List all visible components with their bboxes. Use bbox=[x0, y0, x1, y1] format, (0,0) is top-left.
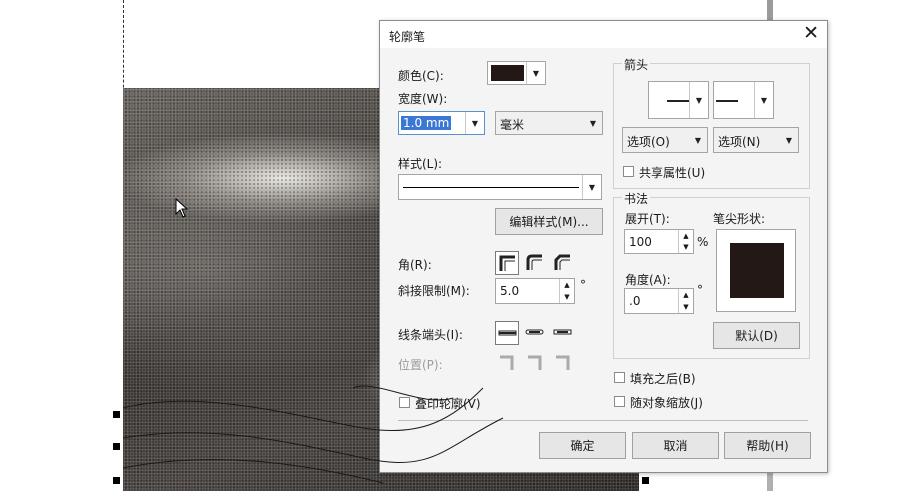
end-arrow-options-label: 选项(N) bbox=[718, 135, 761, 149]
nib-shape-preview[interactable] bbox=[716, 229, 796, 312]
cancel-button[interactable]: 取消 bbox=[632, 432, 719, 459]
nib-shape-square bbox=[730, 243, 784, 298]
end-arrow-select[interactable]: ▼ bbox=[713, 81, 774, 119]
chevron-down-icon: ▼ bbox=[526, 62, 545, 84]
curve-paths bbox=[123, 385, 504, 484]
share-attributes-label: 共享属性(U) bbox=[639, 166, 706, 180]
help-button[interactable]: 帮助(H) bbox=[724, 432, 811, 459]
chevron-down-icon: ▼ bbox=[785, 135, 793, 145]
color-label: 颜色(C): bbox=[398, 69, 444, 83]
start-arrow-select[interactable]: ▼ bbox=[648, 81, 709, 119]
arrow-preview bbox=[667, 100, 689, 102]
dialog-titlebar: 轮廓笔 ✕ bbox=[380, 21, 827, 48]
scrollbar-fragment bbox=[767, 0, 773, 20]
chevron-down-icon: ▼ bbox=[754, 82, 773, 118]
angle-unit: ° bbox=[697, 283, 703, 297]
default-button[interactable]: 默认(D) bbox=[713, 322, 800, 349]
arrows-group-label: 箭头 bbox=[622, 56, 651, 73]
behind-fill-label: 填充之后(B) bbox=[630, 372, 696, 386]
dialog-title: 轮廓笔 bbox=[389, 30, 426, 44]
color-swatch bbox=[491, 65, 524, 81]
scale-with-object-label: 随对象缩放(J) bbox=[630, 396, 703, 410]
arrow-preview bbox=[716, 100, 738, 102]
chevron-down-icon: ▼ bbox=[694, 135, 702, 145]
selection-handle[interactable] bbox=[113, 477, 120, 484]
spin-buttons[interactable]: ▲ ▼ bbox=[678, 289, 693, 313]
close-icon[interactable]: ✕ bbox=[803, 24, 819, 43]
scrollbar-fragment bbox=[767, 470, 773, 491]
end-arrow-options-select[interactable]: 选项(N) ▼ bbox=[713, 127, 799, 153]
chevron-down-icon: ▼ bbox=[689, 82, 708, 118]
nib-shape-label: 笔尖形状: bbox=[713, 212, 766, 226]
selection-handle[interactable] bbox=[113, 411, 120, 418]
selection-handle[interactable] bbox=[642, 477, 649, 484]
canvas-image[interactable] bbox=[123, 88, 639, 491]
percent-unit: % bbox=[697, 235, 709, 249]
selection-handle[interactable] bbox=[113, 443, 120, 450]
spin-buttons[interactable]: ▲ ▼ bbox=[678, 230, 693, 253]
color-picker[interactable]: ▼ bbox=[487, 61, 546, 85]
